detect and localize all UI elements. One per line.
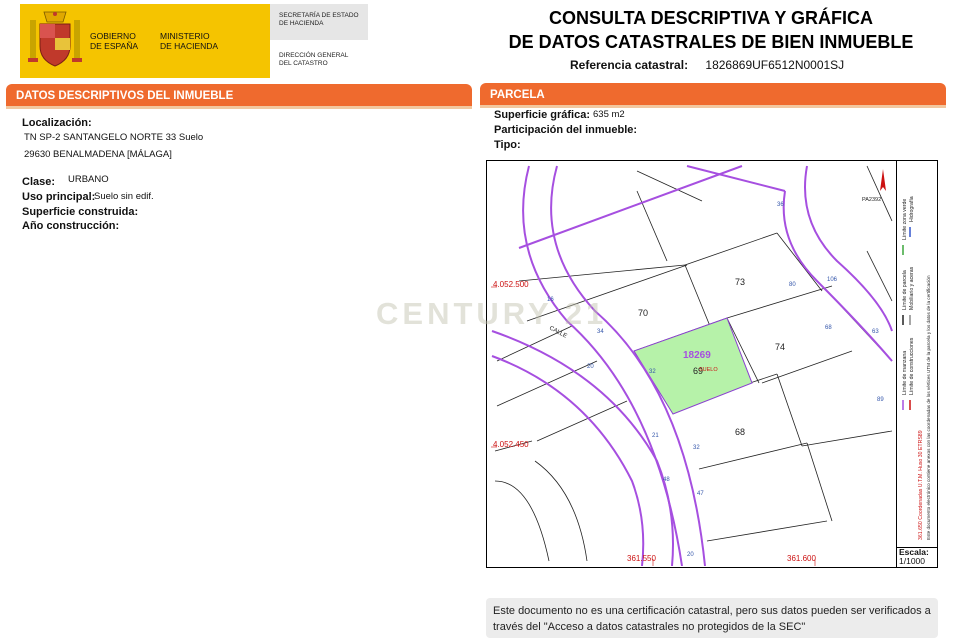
road-number-label: 20 bbox=[687, 552, 694, 558]
ref-value: 1826869UF6512N0001SJ bbox=[705, 58, 845, 72]
road-number-label: 48 bbox=[663, 477, 670, 483]
road-number-label: 32 bbox=[649, 369, 656, 375]
referencia-catastral: Referencia catastral: 1826869UF6512N0001… bbox=[570, 58, 844, 72]
disclaimer-note: Este documento no es una certificación c… bbox=[486, 598, 938, 638]
participacion-label: Participación del inmueble: bbox=[494, 124, 638, 136]
map-legend: Límite de manzana Límite de parcela Lími… bbox=[896, 160, 938, 547]
road-number-label: 36 bbox=[777, 202, 784, 208]
descriptivos-section-header: DATOS DESCRIPTIVOS DEL INMUEBLE bbox=[6, 84, 472, 109]
tipo-label: Tipo: bbox=[494, 139, 521, 151]
legend-hidrografia: Hidrografía bbox=[909, 196, 915, 222]
x-coord-2: 361.600 bbox=[787, 554, 816, 563]
legend-note: Este documento electrónico contiene anex… bbox=[926, 275, 931, 540]
localizacion-line2: 29630 BENALMADENA [MÁLAGA] bbox=[24, 149, 172, 160]
secretaria-block: SECRETARÍA DE ESTADO DE HACIENDA bbox=[270, 4, 368, 40]
plot-70: 70 bbox=[638, 308, 648, 318]
plot-68: 68 bbox=[735, 427, 745, 437]
legend-zona-verde: Límite zona verde bbox=[902, 199, 908, 240]
localizacion-label: Localización: bbox=[22, 117, 92, 129]
road-number-label: 20 bbox=[587, 364, 594, 370]
escala-value: 1/1000 bbox=[899, 556, 925, 566]
plot-73: 73 bbox=[735, 277, 745, 287]
clase-label: Clase: bbox=[22, 176, 56, 188]
gobierno-label: GOBIERNO DE ESPAÑA bbox=[90, 31, 139, 51]
x-coord-1: 361.550 bbox=[627, 554, 656, 563]
pa-label: PA2392 bbox=[862, 197, 881, 203]
localizacion-line1: TN SP-2 SANTANGELO NORTE 33 Suelo bbox=[24, 132, 204, 143]
road-number-label: 68 bbox=[825, 325, 832, 331]
road-number-label: 21 bbox=[652, 433, 659, 439]
road-number-label: 89 bbox=[877, 397, 884, 403]
uso-label: Uso principal: bbox=[22, 191, 96, 203]
legend-utm: 361.650 Coordenadas U.T.M. Huso 30 ETRS8… bbox=[918, 430, 924, 540]
coat-of-arms-icon bbox=[28, 11, 82, 67]
clase-value: URBANO bbox=[68, 174, 109, 185]
y-coord-2: 4.052.450 bbox=[493, 440, 529, 449]
government-logo-block: GOBIERNO DE ESPAÑA MINISTERIO DE HACIEND… bbox=[20, 4, 270, 78]
parcela-section-header: PARCELA bbox=[480, 83, 946, 108]
ano-construccion-label: Año construcción: bbox=[22, 220, 120, 232]
cadastral-map: 70 73 74 69 68 18269 SUELO CALLE PA2392 … bbox=[486, 160, 938, 568]
legend-construcciones: Límite de construcciones bbox=[909, 337, 915, 395]
direccion-block: DIRECCIÓN GENERAL DEL CATASTRO bbox=[270, 40, 368, 78]
uso-value: Suelo sin edif. bbox=[94, 191, 154, 202]
road-number-label: 106 bbox=[827, 277, 838, 283]
document-title: CONSULTA DESCRIPTIVA Y GRÁFICA DE DATOS … bbox=[508, 8, 914, 52]
legend-mobiliario: Mobiliario y aceras bbox=[909, 266, 915, 310]
road-number-label: 47 bbox=[697, 491, 704, 497]
escala-box: Escala: 1/1000 bbox=[896, 547, 938, 568]
road-number-label: 63 bbox=[872, 329, 879, 335]
superficie-construida-label: Superficie construida: bbox=[22, 206, 139, 218]
ministerio-label: MINISTERIO DE HACIENDA bbox=[160, 31, 219, 51]
legend-manzana: Límite de manzana bbox=[902, 351, 908, 395]
superficie-grafica-value: 635 m2 bbox=[593, 109, 625, 120]
ref-label: Referencia catastral: bbox=[570, 58, 689, 72]
road-number-label: 32 bbox=[693, 445, 700, 451]
parcel-sub: SUELO bbox=[699, 367, 718, 373]
plot-74: 74 bbox=[775, 342, 785, 352]
legend-parcela: Límite de parcela bbox=[902, 270, 908, 310]
watermark: CENTURY 21 bbox=[376, 296, 608, 331]
parcel-id: 18269 bbox=[683, 350, 711, 361]
road-number-label: 80 bbox=[789, 282, 796, 288]
superficie-grafica-label: Superficie gráfica: bbox=[494, 109, 590, 121]
y-coord-1: 4.052.500 bbox=[493, 280, 529, 289]
north-arrow-icon bbox=[880, 169, 886, 191]
map-drawing: 70 73 74 69 68 18269 SUELO CALLE PA2392 … bbox=[491, 165, 893, 566]
